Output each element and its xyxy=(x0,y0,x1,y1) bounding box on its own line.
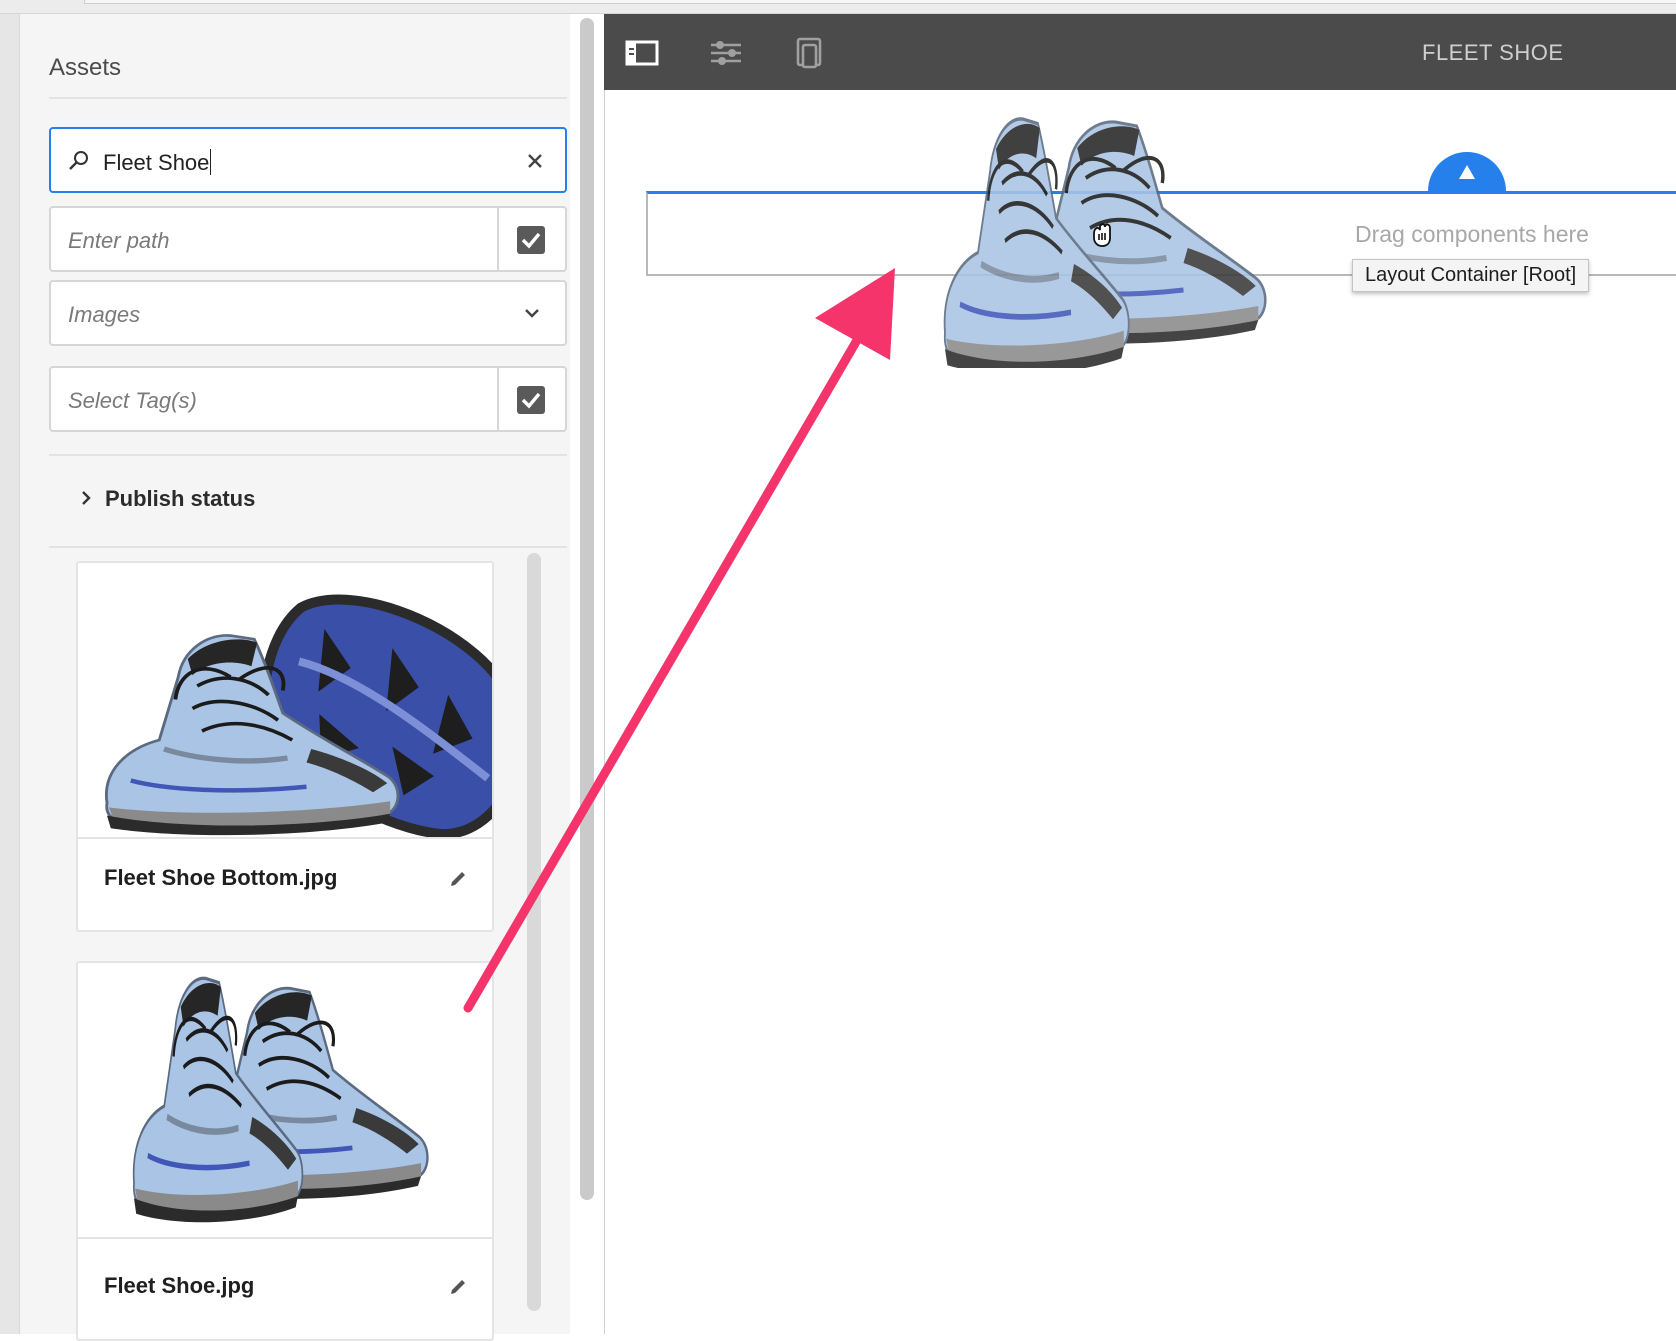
divider xyxy=(49,97,567,99)
tags-placeholder: Select Tag(s) xyxy=(68,388,197,413)
drop-hint: Drag components here xyxy=(1355,221,1589,247)
left-rail xyxy=(0,14,20,1334)
grab-cursor-icon xyxy=(1093,223,1111,247)
panel-title: Assets xyxy=(49,54,122,81)
search-input[interactable]: Fleet Shoe xyxy=(49,127,567,193)
tab-strip xyxy=(84,0,1676,4)
field-separator xyxy=(497,208,499,270)
asset-card[interactable]: Fleet Shoe.jpg xyxy=(76,961,494,1341)
emulator-icon[interactable] xyxy=(790,36,830,70)
publish-status-label: Publish status xyxy=(105,486,256,511)
publish-status-toggle[interactable]: Publish status xyxy=(49,454,567,548)
asset-thumbnail[interactable] xyxy=(78,963,492,1239)
asset-card[interactable]: Fleet Shoe Bottom.jpg xyxy=(76,561,494,932)
search-icon xyxy=(69,151,88,170)
chevron-right-icon xyxy=(82,491,91,505)
asset-thumbnail[interactable] xyxy=(78,563,492,839)
asset-name: Fleet Shoe.jpg xyxy=(104,1273,255,1298)
checkbox-icon[interactable] xyxy=(517,386,545,414)
assets-panel: Assets Fleet Shoe Enter path Images Sele… xyxy=(20,14,570,1341)
shoe-pair-image xyxy=(78,963,492,1239)
insert-icon[interactable] xyxy=(1428,152,1506,192)
chevron-down-icon xyxy=(525,309,539,318)
side-panel-icon[interactable] xyxy=(622,36,662,70)
asset-list-scrollbar[interactable] xyxy=(527,553,541,1311)
checkbox-icon[interactable] xyxy=(517,226,545,254)
path-placeholder: Enter path xyxy=(68,228,170,253)
browser-top-strip xyxy=(0,0,1676,14)
container-tooltip: Layout Container [Root] xyxy=(1352,259,1590,292)
asset-name: Fleet Shoe Bottom.jpg xyxy=(104,865,338,890)
edit-icon[interactable] xyxy=(448,1277,468,1297)
page-title: FLEET SHOE xyxy=(1422,40,1564,65)
type-select[interactable]: Images xyxy=(49,280,567,346)
panel-scrollbar[interactable] xyxy=(580,18,594,1200)
edit-icon[interactable] xyxy=(448,869,468,889)
clear-icon[interactable] xyxy=(525,151,545,171)
page-properties-icon[interactable] xyxy=(706,36,746,70)
path-field[interactable]: Enter path xyxy=(49,206,567,272)
search-value-wrap: Fleet Shoe xyxy=(103,149,212,176)
shoe-bottom-image xyxy=(78,594,492,837)
type-select-value: Images xyxy=(68,302,141,327)
tags-field[interactable]: Select Tag(s) xyxy=(49,366,567,432)
text-caret xyxy=(210,149,212,175)
search-value: Fleet Shoe xyxy=(103,150,210,175)
field-separator xyxy=(497,368,499,430)
editor-toolbar: FLEET SHOE xyxy=(604,14,1676,90)
